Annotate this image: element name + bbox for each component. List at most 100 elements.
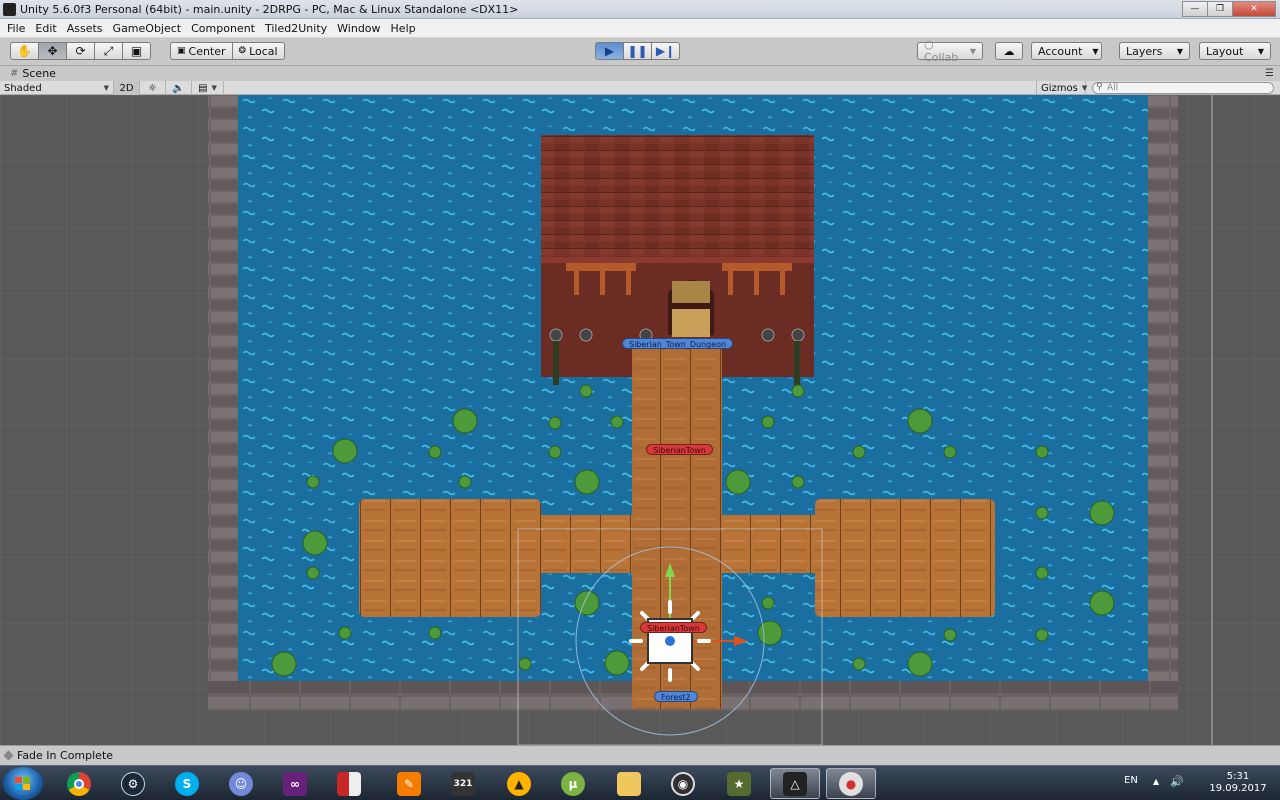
main-toolbar: ✋ ✥ ⟳ ⤢ ▣ ▣ Center ❂ Local ▶ ❚❚ ▶❙ ○ Colla… [0, 38, 1280, 66]
menu-help[interactable]: Help [386, 22, 421, 35]
taskbar-game-app[interactable]: ★ [714, 768, 764, 799]
close-button[interactable]: ✕ [1232, 1, 1276, 17]
collab-group: ○ Collab ▼ [917, 38, 983, 64]
account-label: Account [1038, 44, 1083, 58]
palette-icon: ● [839, 771, 863, 796]
audio-toggle[interactable]: 🔈 [166, 81, 192, 95]
playback-controls: ▶ ❚❚ ▶❙ [595, 42, 680, 60]
scale-tool-button[interactable]: ⤢ [94, 42, 123, 60]
chevron-down-icon: ▼ [1081, 84, 1088, 92]
taskbar-aimp[interactable]: ▲ [494, 768, 544, 799]
chevron-down-icon: ▼ [211, 84, 217, 92]
taskbar-steam[interactable]: ⚙ [108, 768, 158, 799]
taskbar-unity[interactable]: △ [770, 768, 820, 799]
menu-window[interactable]: Window [332, 22, 385, 35]
play-icon: ▶ [604, 44, 615, 58]
lamp-post [553, 341, 559, 385]
effects-dropdown[interactable]: ▤ ▼ [192, 81, 224, 95]
minimize-button[interactable]: — [1182, 1, 1208, 17]
taskbar: ⚙ S ☺ ∞ ✎ 321 ▲ μ ◉ ★ △ ● EN ▲ 🔊 5:31 19… [0, 765, 1280, 800]
fence-post [600, 271, 605, 295]
menu-tiled2unity[interactable]: Tiled2Unity [260, 22, 332, 35]
hand-tool-button[interactable]: ✋ [10, 42, 39, 60]
space-label: Local [249, 44, 278, 58]
label-siberian-town-dungeon[interactable]: Siberian_Town_Dungeon [622, 338, 734, 349]
layers-dropdown[interactable]: Layers ▼ [1119, 42, 1190, 60]
rect-tool-button[interactable]: ▣ [122, 42, 151, 60]
account-dropdown[interactable]: Account ▼ [1031, 42, 1102, 60]
tab-scene[interactable]: # Scene [4, 66, 62, 81]
clock[interactable]: 5:31 19.09.2017 [1208, 771, 1268, 795]
taskbar-pdf-tool[interactable]: ✎ [384, 768, 434, 799]
right-stone-wall [1148, 95, 1178, 681]
scene-canvas[interactable] [0, 95, 1280, 745]
taskbar-obs[interactable]: ◉ [658, 768, 708, 799]
taskbar-visual-studio[interactable]: ∞ [270, 768, 320, 799]
2d-mode-toggle[interactable]: 2D [114, 81, 140, 95]
lighting-toggle[interactable]: ☼ [140, 81, 166, 95]
game-icon: ★ [727, 771, 751, 796]
clock-time: 5:31 [1226, 771, 1250, 782]
menu-edit[interactable]: Edit [30, 22, 61, 35]
lamp-post [794, 341, 800, 385]
shading-mode-dropdown[interactable]: Shaded ▼ [0, 81, 114, 95]
scene-tab-icon: # [10, 68, 19, 79]
transform-tools: ✋ ✥ ⟳ ⤢ ▣ [10, 42, 151, 60]
start-button[interactable] [3, 767, 43, 800]
clapperboard-icon: 321 [451, 771, 475, 796]
right-dock [815, 499, 995, 617]
pdf-icon: ✎ [397, 771, 421, 796]
layers-label: Layers [1126, 44, 1163, 58]
pivot-center-button[interactable]: ▣ Center [170, 42, 233, 60]
scene-view[interactable]: Siberian_Town_Dungeon SiberianTown Siber… [0, 95, 1280, 745]
taskbar-app-window[interactable] [324, 768, 374, 799]
step-button[interactable]: ▶❙ [651, 42, 680, 60]
gizmos-dropdown[interactable]: Gizmos ▼ [1036, 81, 1088, 95]
skype-icon: S [175, 771, 199, 796]
image-icon: ▤ [198, 82, 208, 94]
fence-post [626, 271, 631, 295]
left-fence [566, 263, 636, 271]
label-siberian-town-selected[interactable]: SiberianTown [640, 622, 707, 633]
taskbar-media-player[interactable]: 321 [438, 768, 488, 799]
menu-component[interactable]: Component [186, 22, 260, 35]
taskbar-discord[interactable]: ☺ [216, 768, 266, 799]
restore-button[interactable]: ❐ [1207, 1, 1233, 17]
title-bar: Unity 5.6.0f3 Personal (64bit) - main.un… [0, 0, 1280, 19]
menu-file[interactable]: File [2, 22, 30, 35]
rotate-tool-button[interactable]: ⟳ [66, 42, 95, 60]
play-button[interactable]: ▶ [595, 42, 624, 60]
taskbar-utorrent[interactable]: μ [548, 768, 598, 799]
cloud-button[interactable]: ☁ [995, 42, 1023, 60]
menu-gameobject[interactable]: GameObject [108, 22, 187, 35]
volume-icon[interactable]: 🔊 [1170, 775, 1184, 788]
pause-button[interactable]: ❚❚ [623, 42, 652, 60]
language-indicator[interactable]: EN [1124, 775, 1138, 786]
taskbar-chrome[interactable] [54, 768, 104, 799]
layers-group: Layers ▼ [1119, 42, 1190, 60]
panel-menu-icon[interactable]: ☰ [1265, 68, 1274, 79]
label-forest2[interactable]: Forest2 [654, 691, 698, 702]
left-stone-wall [208, 95, 238, 681]
move-tool-button[interactable]: ✥ [38, 42, 67, 60]
fence-post [780, 271, 785, 295]
clock-date: 19.09.2017 [1209, 783, 1267, 794]
pivot-label: Center [188, 44, 226, 58]
collab-dropdown[interactable]: ○ Collab ▼ [917, 38, 983, 64]
layout-label: Layout [1206, 44, 1244, 58]
gizmo-center[interactable] [665, 636, 675, 646]
unity-icon: △ [783, 771, 807, 796]
menu-assets[interactable]: Assets [62, 22, 108, 35]
scene-search-input[interactable]: ⚲ All [1092, 82, 1274, 94]
tray-expand-icon[interactable]: ▲ [1153, 777, 1159, 786]
taskbar-skype[interactable]: S [162, 768, 212, 799]
taskbar-paint[interactable]: ● [826, 768, 876, 799]
space-local-button[interactable]: ❂ Local [231, 42, 285, 60]
status-message[interactable]: Fade In Complete [17, 749, 113, 762]
utorrent-icon: μ [561, 771, 585, 796]
taskbar-file-explorer[interactable] [604, 768, 654, 799]
layout-dropdown[interactable]: Layout ▼ [1199, 42, 1271, 60]
chevron-down-icon: ▼ [1176, 46, 1183, 56]
label-siberian-town-upper[interactable]: SiberianTown [646, 444, 713, 455]
chevron-down-icon: ▼ [103, 84, 109, 92]
